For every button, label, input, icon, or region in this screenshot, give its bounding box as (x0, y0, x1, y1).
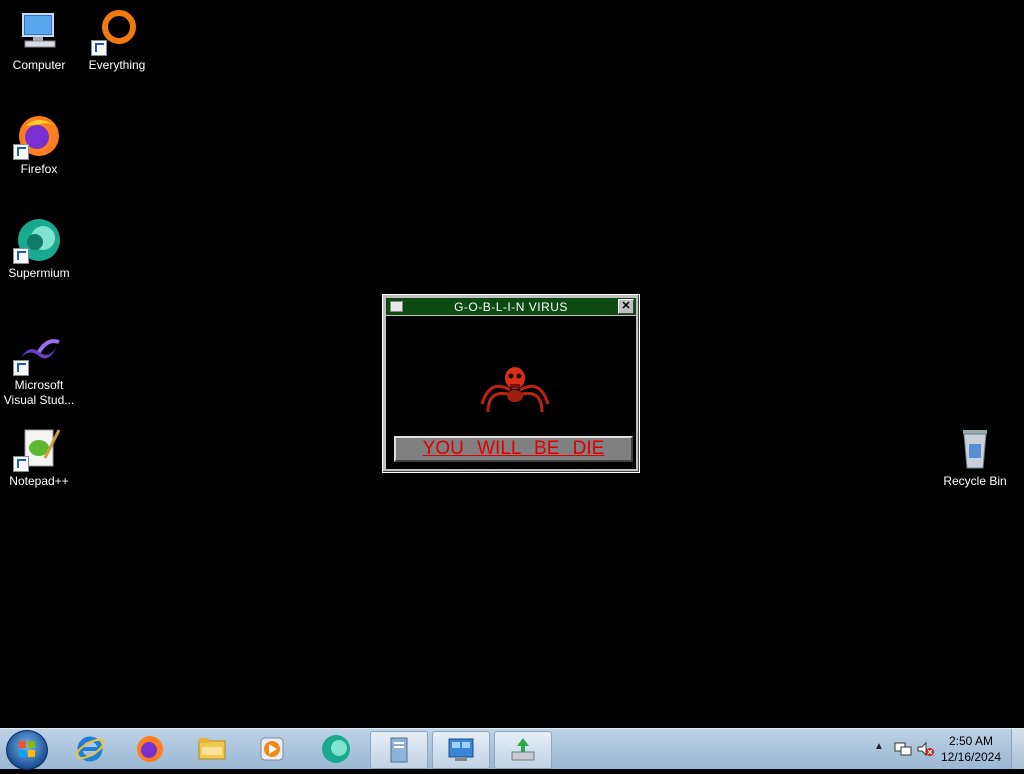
taskbar-firefox[interactable] (122, 731, 178, 767)
clock-date: 12/16/2024 (940, 750, 1002, 764)
warning-banner: YOU WILL BE DIE (394, 436, 633, 462)
taskbar-running-installer[interactable] (494, 731, 552, 769)
shortcut-arrow-icon (91, 40, 107, 56)
visual-studio-icon (13, 328, 63, 376)
shortcut-arrow-icon (13, 456, 29, 472)
window-titlebar[interactable]: G-O-B-L-I-N VIRUS ✕ (386, 298, 636, 315)
network-icon[interactable] (894, 741, 912, 757)
taskbar-file-explorer[interactable] (184, 731, 240, 767)
desktop-icon-label: Recycle Bin (943, 474, 1007, 488)
system-tray: ▲ 2:50 AM 12/16/2024 (864, 729, 1024, 769)
show-desktop-button[interactable] (1011, 729, 1024, 769)
control-panel-icon (448, 738, 474, 761)
desktop-icon-notepadpp[interactable]: Notepad++ (0, 424, 78, 489)
firefox-icon (137, 736, 163, 762)
desktop-icon-everything[interactable]: Everything (78, 8, 156, 73)
desktop-icon-label: Supermium (8, 266, 70, 280)
desktop-icon-label: Everything (88, 58, 146, 72)
desktop-icon-recycle-bin[interactable]: Recycle Bin (936, 424, 1014, 489)
notepad-window-icon (390, 737, 408, 763)
media-player-icon (260, 737, 284, 761)
volume-muted-icon[interactable] (916, 741, 934, 757)
everything-icon (91, 8, 141, 56)
desktop-icon-label: Computer (12, 58, 66, 72)
recycle-bin-icon (951, 424, 999, 472)
goblin-virus-window[interactable]: G-O-B-L-I-N VIRUS ✕ YOU WILL BE DIE (382, 294, 640, 473)
show-hidden-icons-arrow[interactable]: ▲ (874, 741, 884, 752)
shortcut-arrow-icon (13, 248, 29, 264)
start-button[interactable] (6, 730, 48, 770)
desktop-icon-visual-studio[interactable]: Microsoft Visual Stud... (0, 328, 78, 408)
shortcut-arrow-icon (13, 144, 29, 160)
windows-logo-icon (19, 741, 35, 757)
taskbar-internet-explorer[interactable] (62, 731, 118, 767)
close-button[interactable]: ✕ (618, 299, 634, 314)
installer-icon (511, 738, 535, 761)
window-content: YOU WILL BE DIE (386, 316, 636, 469)
taskbar-running-notepad[interactable] (370, 731, 428, 769)
taskbar-media-player[interactable] (244, 731, 300, 767)
taskbar-running-control-panel[interactable] (432, 731, 490, 769)
desktop-icon-label: Notepad++ (9, 474, 69, 488)
desktop-icon-label: Firefox (20, 162, 58, 176)
computer-icon (15, 8, 63, 56)
window-title: G-O-B-L-I-N VIRUS (454, 300, 568, 314)
desktop-icon-firefox[interactable]: Firefox (0, 112, 78, 177)
internet-explorer-icon (75, 736, 105, 762)
clock-time: 2:50 AM (948, 734, 994, 748)
supermium-icon (322, 735, 350, 763)
taskbar: ▲ 2:50 AM 12/16/2024 (0, 728, 1024, 770)
desktop-icon-supermium[interactable]: Supermium (0, 216, 78, 281)
shortcut-arrow-icon (13, 360, 29, 376)
firefox-icon (13, 112, 63, 160)
file-explorer-icon (198, 738, 226, 760)
desktop-icon-computer[interactable]: Computer (0, 8, 78, 73)
skull-spider-icon (480, 367, 550, 413)
notepadpp-icon (13, 424, 63, 472)
taskbar-clock[interactable]: 2:50 AM 12/16/2024 (936, 733, 1006, 765)
supermium-icon (13, 216, 63, 264)
desktop-icon-label: Microsoft Visual Stud... (3, 378, 75, 407)
taskbar-supermium[interactable] (308, 731, 364, 767)
